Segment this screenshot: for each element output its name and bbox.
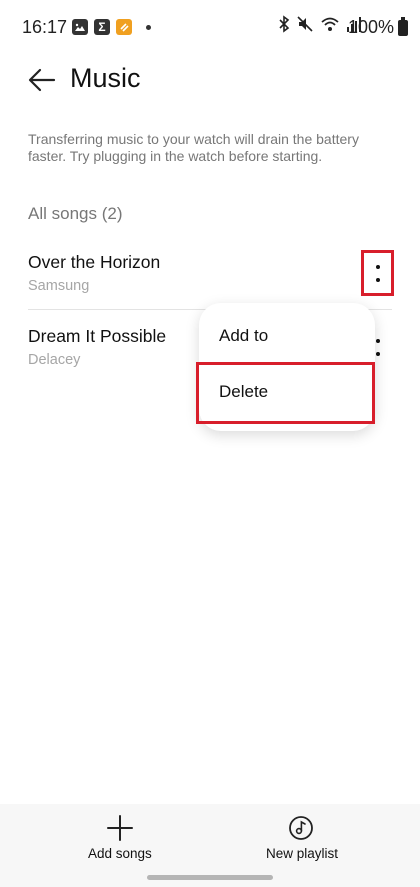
battery-percentage: 100% (347, 17, 394, 37)
status-time: 16:17 (22, 17, 68, 37)
song-row[interactable]: Over the Horizon Samsung (0, 240, 420, 312)
notification-dot-icon (146, 24, 151, 30)
status-bar: 16:17 Σ 100% (0, 0, 420, 56)
more-options-highlight (361, 250, 394, 296)
add-songs-label: Add songs (88, 846, 152, 861)
app-header: Music (0, 56, 420, 106)
new-playlist-button[interactable]: New playlist (263, 804, 339, 874)
song-title: Dream It Possible (28, 326, 167, 346)
new-playlist-label: New playlist (266, 846, 339, 861)
page-title: Music (70, 63, 141, 93)
section-header: All songs (2) (28, 204, 123, 223)
more-dot (376, 351, 380, 356)
playlist-disc-icon (289, 816, 313, 840)
gallery-icon (72, 19, 88, 35)
sigma-app-icon: Σ (94, 19, 110, 35)
back-button[interactable] (28, 66, 56, 94)
more-dot (376, 338, 380, 343)
menu-item-label: Add to (219, 326, 269, 345)
bluetooth-icon (279, 15, 290, 33)
orange-app-icon (116, 19, 132, 35)
home-indicator[interactable] (147, 875, 273, 880)
info-text: Transferring music to your watch will dr… (28, 131, 359, 164)
menu-item-add-to[interactable]: Add to (199, 307, 375, 363)
add-songs-button[interactable]: Add songs (84, 804, 156, 874)
song-artist: Delacey (28, 352, 81, 368)
mute-icon (297, 16, 313, 32)
wifi-icon (321, 17, 339, 31)
battery-icon (398, 17, 408, 36)
delete-highlight (196, 362, 375, 424)
song-artist: Samsung (28, 278, 90, 294)
back-arrow-icon (28, 68, 56, 92)
song-title: Over the Horizon (28, 252, 161, 272)
plus-icon (107, 815, 133, 841)
status-left-icons: Σ (72, 19, 151, 35)
